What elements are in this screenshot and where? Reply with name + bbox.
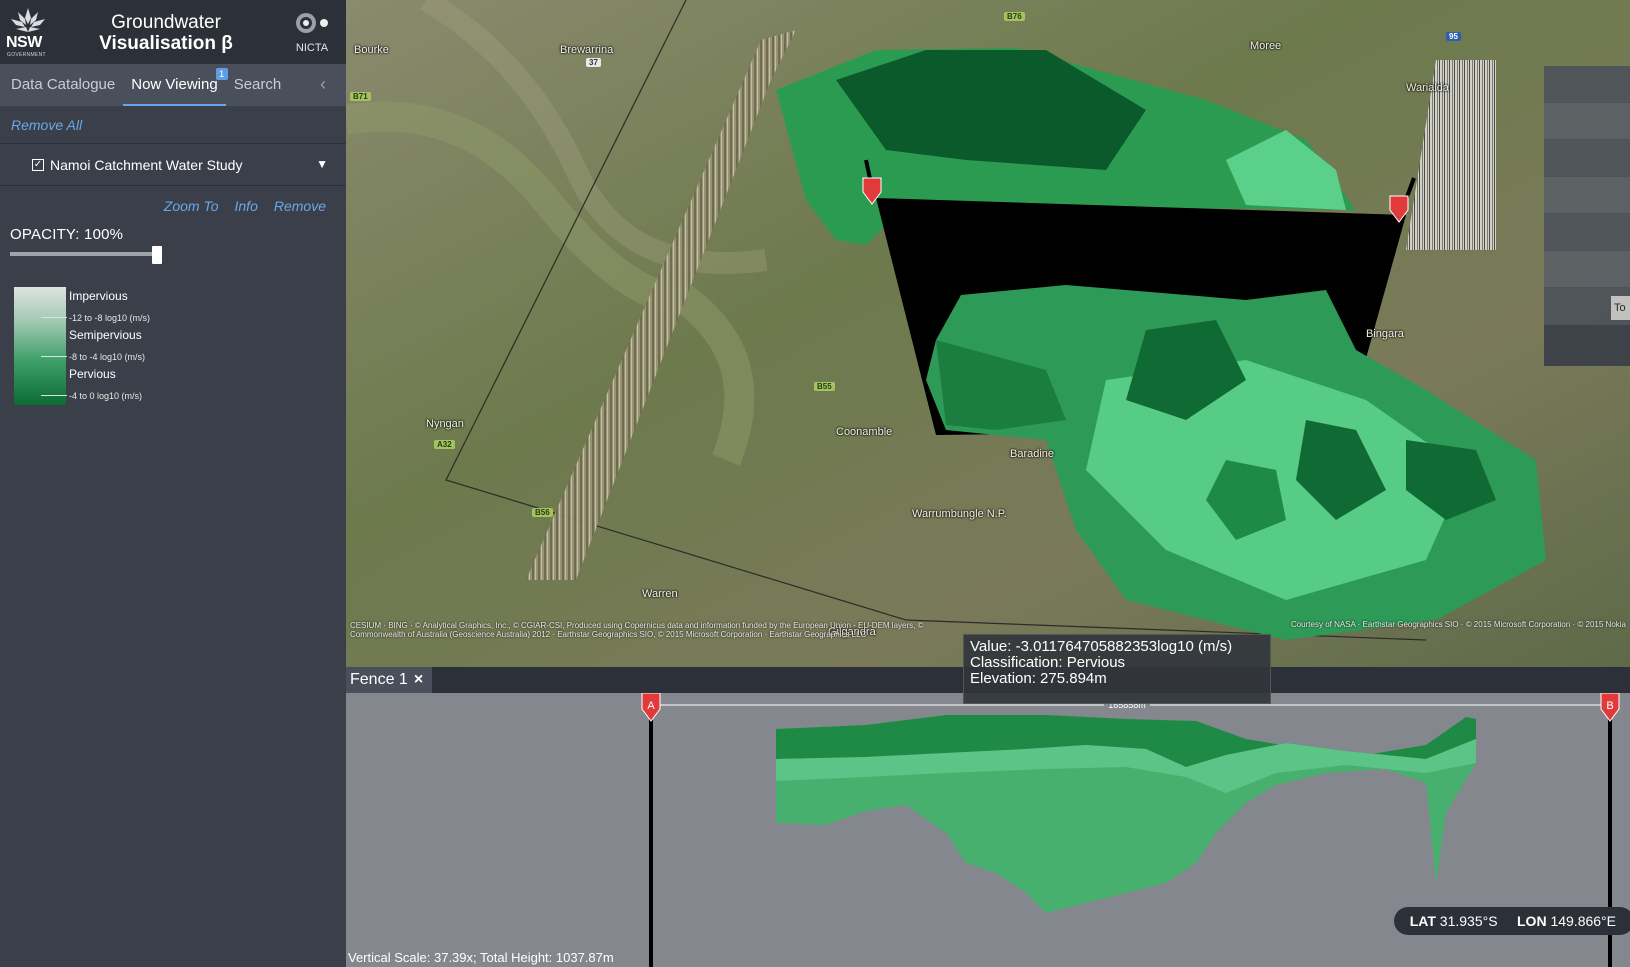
app-title-line2: Visualisation β [99,33,233,54]
lon-label: LON [1517,913,1547,929]
map-control-row[interactable] [1544,66,1630,103]
opacity-label: OPACITY: 100% [10,226,124,243]
caret-down-icon[interactable]: ▼ [316,157,328,171]
legend-label-impervious: Impervious [69,289,128,303]
nicta-icon [296,13,328,33]
legend-tick [41,317,67,318]
legend-label-pervious: Pervious [69,367,116,381]
lon-value: 149.866°E [1550,913,1616,929]
feature-info-tooltip: Value: -3.011764705882353log10 (m/s) Cla… [963,634,1271,704]
road-shield: B56 [532,508,553,517]
legend-range-semipervious: -8 to -4 log10 (m/s) [69,352,146,362]
tab-now-viewing[interactable]: Now Viewing 1 [123,64,228,106]
map-control-row[interactable] [1544,177,1630,214]
map-label: Nyngan [426,418,464,430]
opacity-slider-track[interactable] [10,252,156,256]
road-shield: B71 [350,92,371,101]
close-icon[interactable]: × [414,671,423,688]
fence-tab[interactable]: Fence 1 × [346,667,432,693]
collapse-sidebar-button[interactable]: ‹ [320,74,326,95]
app-title: Groundwater Visualisation β [86,12,246,54]
road-shield: 95 [1446,32,1461,41]
map-control-button[interactable]: To [1611,296,1630,320]
marker-a-label: A [647,700,655,712]
layer-row[interactable]: ✓ Namoi Catchment Water Study ▼ [0,144,346,186]
layer-visibility-checkbox[interactable]: ✓ [32,158,44,171]
header-brand: NSW GOVERNMENT Groundwater Visualisation… [0,0,346,64]
road-shield: 37 [586,58,601,67]
layer-name: Namoi Catchment Water Study [50,156,243,173]
remove-all-link[interactable]: Remove All [0,106,346,144]
zoom-to-link[interactable]: Zoom To [164,198,219,222]
map-label: Moree [1250,40,1282,52]
legend-range-pervious: -4 to 0 log10 (m/s) [69,391,143,401]
chevron-left-icon: ‹ [320,74,326,94]
legend-label-semipervious: Semipervious [69,328,142,342]
layer-actions: Zoom To Info Remove [0,186,346,222]
nsw-wordmark: NSW [6,34,42,51]
map-control-row[interactable] [1544,103,1630,140]
legend-tick [41,356,67,357]
app-window: NSW GOVERNMENT Groundwater Visualisation… [0,0,1630,967]
map-label: Warren [642,588,678,600]
map-viewport[interactable]: Bourke Brewarrina Moree Warialda Nyngan … [346,0,1630,667]
map-credits: CESIUM · BING · © Analytical Graphics, I… [350,621,924,639]
tooltip-elevation: Elevation: 275.894m [970,670,1107,687]
app-title-line1: Groundwater [111,12,221,33]
cursor-coordinates: LAT 31.935°S LON 149.866°E [1393,907,1630,935]
map-label: Baradine [1010,448,1055,460]
vertical-scale-info: Vertical Scale: 37.39x; Total Height: 10… [348,950,614,965]
map-label: Bourke [354,44,389,56]
info-link[interactable]: Info [235,198,258,222]
waratah-icon [11,8,45,32]
map-scene[interactable] [346,0,1630,667]
map-control-row[interactable] [1544,214,1630,251]
map-controls-panel: To [1544,66,1630,366]
road-shield: B76 [1004,12,1025,21]
tab-now-viewing-label: Now Viewing [131,76,218,93]
tooltip-value: Value: -3.011764705882353log10 (m/s) [970,638,1233,655]
opacity-slider[interactable] [10,246,162,264]
fence-cross-section-panel[interactable]: 165858m A B Vertical Scale: 37.39x; Tota… [346,693,1630,967]
legend-tick [41,395,67,396]
sidebar-tabs: Data Catalogue Now Viewing 1 Search ‹ [0,64,346,106]
lat-value: 31.935°S [1439,913,1498,929]
road-shield: B55 [814,382,835,391]
map-label: Coonamble [836,426,893,438]
opacity-slider-thumb[interactable] [152,246,162,264]
nsw-logo: NSW GOVERNMENT [6,6,50,58]
map-control-row[interactable] [1544,140,1630,177]
tab-search[interactable]: Search [226,64,290,106]
tab-data-catalogue[interactable]: Data Catalogue [0,64,123,106]
layer-legend: Impervious -12 to -8 log10 (m/s) Semiper… [14,287,214,405]
nicta-logo: NICTA [290,12,334,54]
map-control-row[interactable] [1544,251,1630,288]
map-label: Brewarrina [560,44,614,56]
lat-label: LAT [1409,913,1436,929]
nsw-government-label: GOVERNMENT [7,52,46,58]
tooltip-classification: Classification: Pervious [970,654,1126,671]
sidebar: NSW GOVERNMENT Groundwater Visualisation… [0,0,346,967]
fence-tab-label: Fence 1 [350,671,408,688]
road-shield: A32 [434,440,455,449]
fence-pole-a [649,713,653,967]
nicta-label: NICTA [295,42,329,54]
map-label: Bingara [1366,328,1404,340]
marker-b-label: B [1606,700,1613,712]
legend-color-ramp [14,287,66,405]
legend-range-impervious: -12 to -8 log10 (m/s) [69,313,151,323]
map-label: Warialda [1406,82,1449,94]
map-credits-right: Courtesy of NASA · Earthstar Geographics… [1290,620,1626,629]
map-label: Warrumbungle N.P. [912,508,1007,520]
remove-link[interactable]: Remove [274,198,326,222]
